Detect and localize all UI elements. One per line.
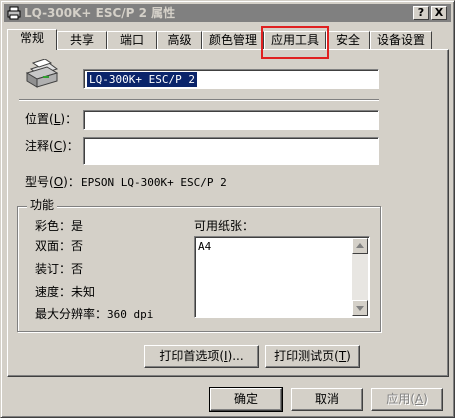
paper-label: 可用纸张：: [194, 219, 255, 233]
scroll-down-button[interactable]: [352, 300, 368, 316]
help-button[interactable]: ?: [413, 6, 429, 20]
close-button[interactable]: X: [431, 6, 447, 20]
tab-security[interactable]: 安全: [326, 31, 370, 49]
paper-listbox[interactable]: A4: [194, 236, 370, 318]
comment-field[interactable]: [83, 137, 379, 165]
features-title: 功能: [27, 198, 58, 213]
feature-max-resolution: 最大分辨率：360 dpi: [35, 307, 154, 321]
scroll-up-button[interactable]: [352, 238, 368, 254]
paper-scrollbar[interactable]: [352, 238, 368, 316]
title-bar[interactable]: LQ-300K+ ESC/P 2 属性 ? X: [4, 4, 451, 22]
paper-item[interactable]: A4: [198, 240, 211, 253]
arrow-down-icon: [356, 306, 364, 311]
model-label: 型号(O)：: [25, 175, 80, 189]
tab-device-settings[interactable]: 设备设置: [370, 31, 432, 49]
print-preferences-button[interactable]: 打印首选项(I)...: [144, 345, 259, 368]
printer-large-icon: [25, 59, 59, 88]
tab-sharing[interactable]: 共享: [57, 31, 107, 49]
feature-staple: 装订：否: [35, 262, 84, 276]
tab-color-management[interactable]: 颜色管理: [202, 31, 264, 49]
tab-advanced[interactable]: 高级: [157, 31, 202, 49]
location-label: 位置(L)：: [25, 112, 78, 126]
ok-button[interactable]: 确定: [209, 387, 283, 412]
feature-color: 彩色：是: [35, 219, 84, 233]
feature-speed: 速度：未知: [35, 285, 96, 299]
apply-button[interactable]: 应用(A): [371, 388, 443, 411]
cancel-button[interactable]: 取消: [291, 388, 363, 411]
print-test-page-button[interactable]: 打印测试页(T): [265, 345, 360, 368]
divider: [19, 99, 379, 101]
tab-utilities[interactable]: 应用工具: [264, 31, 326, 49]
feature-duplex: 双面：否: [35, 239, 84, 253]
printer-name-field[interactable]: LQ-300K+ ESC/P 2: [83, 69, 379, 89]
model-value: EPSON LQ-300K+ ESC/P 2: [81, 176, 227, 189]
tab-general[interactable]: 常规: [7, 29, 57, 50]
comment-label: 注释(C)：: [25, 139, 79, 153]
window-title: LQ-300K+ ESC/P 2 属性: [24, 6, 176, 20]
printer-name-value: LQ-300K+ ESC/P 2: [87, 72, 197, 87]
tab-ports[interactable]: 端口: [107, 31, 157, 49]
printer-icon: [7, 6, 21, 20]
arrow-up-icon: [356, 243, 364, 248]
location-field[interactable]: [83, 110, 379, 130]
printer-properties-dialog: LQ-300K+ ESC/P 2 属性 ? X 常规 共享 端口 高级 颜色管理…: [0, 0, 455, 418]
